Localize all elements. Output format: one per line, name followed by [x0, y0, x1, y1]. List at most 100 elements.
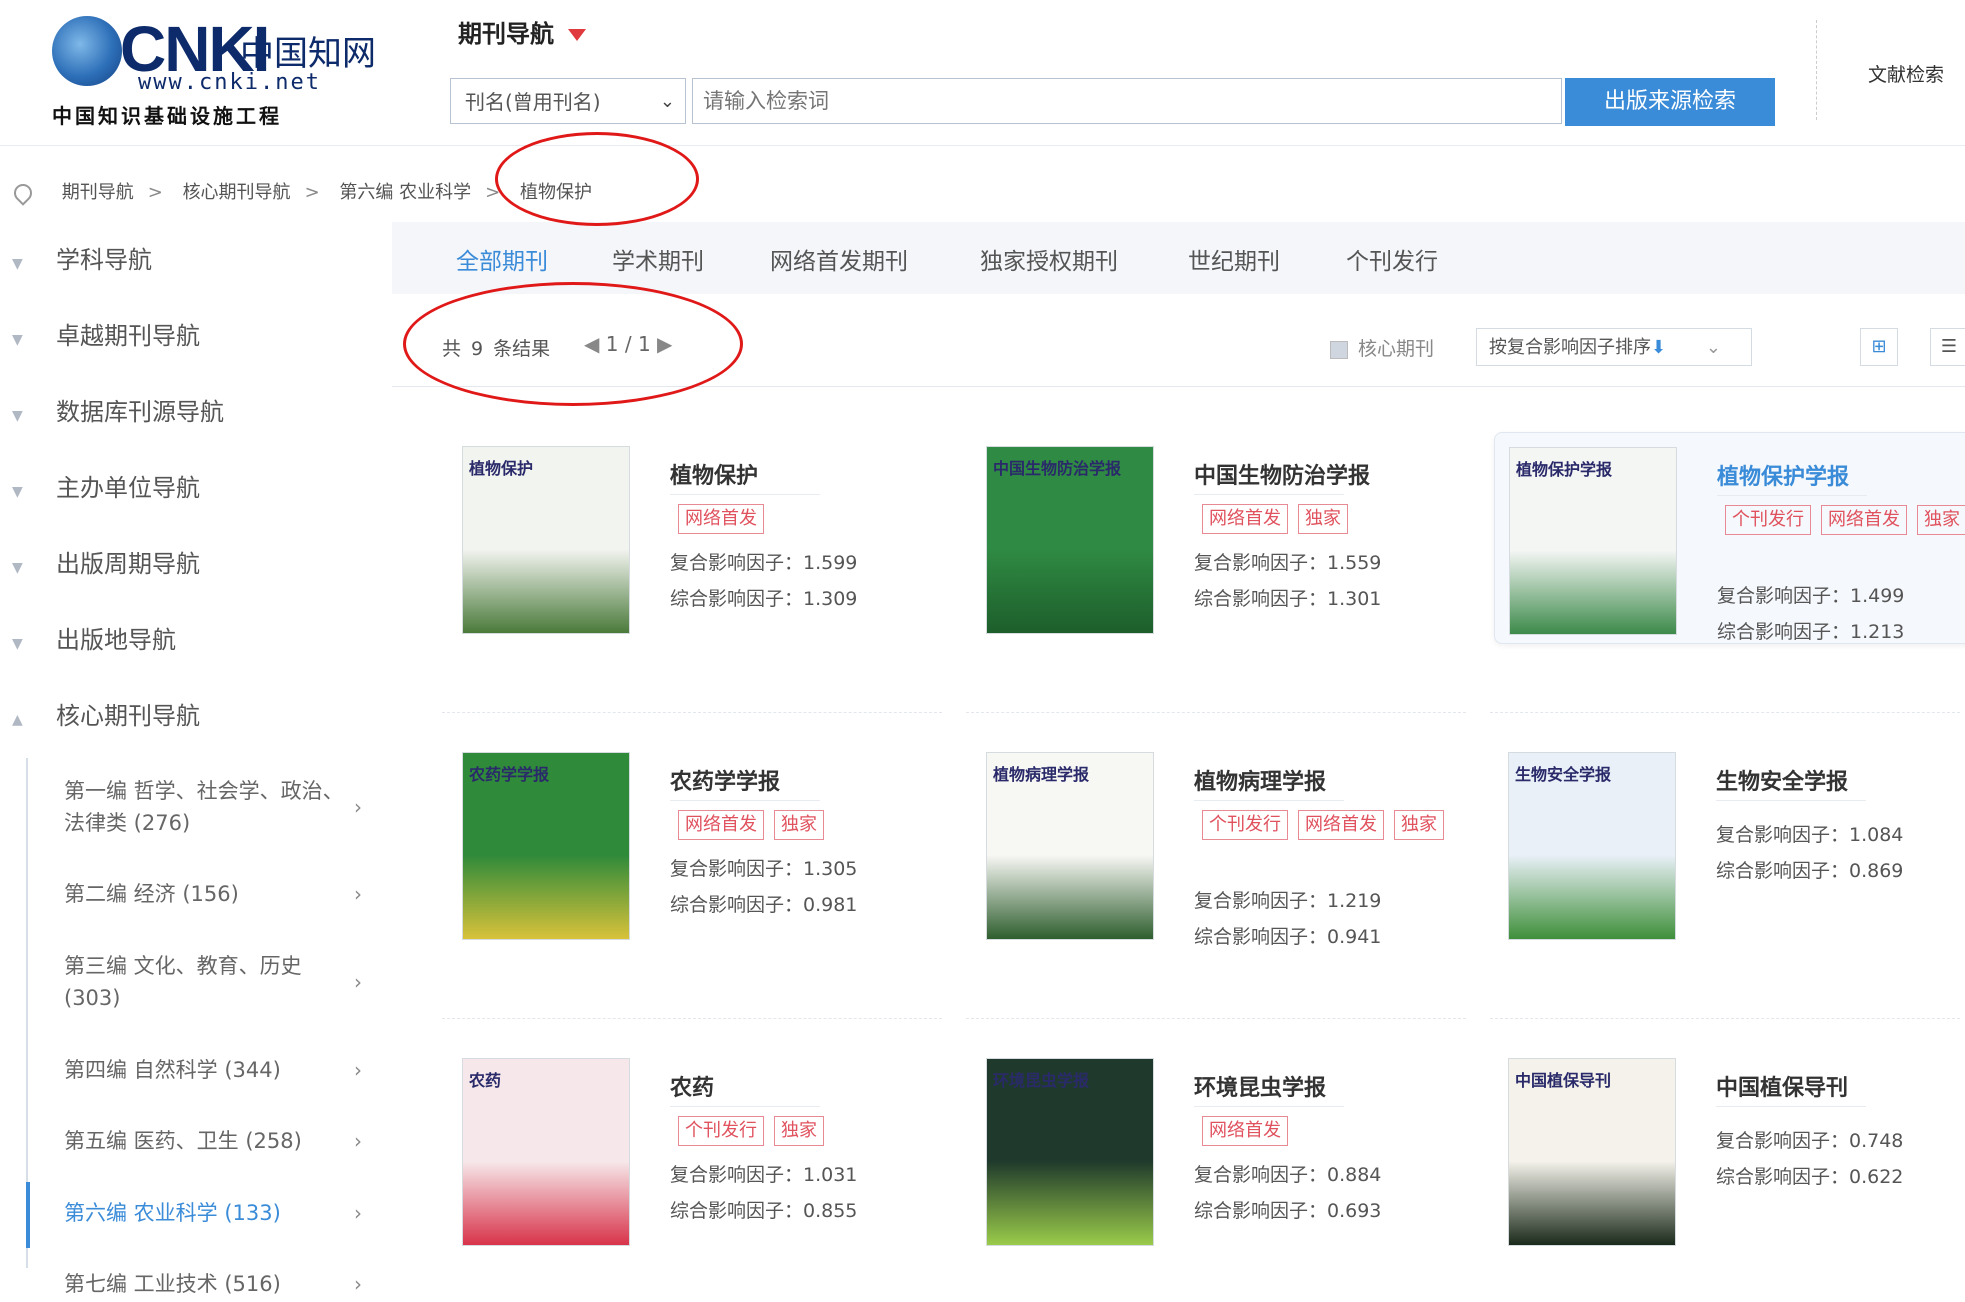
journal-card[interactable]: 农药学学报 农药学学报 网络首发 独家 复合影响因子：1.305 综合影响因子：0.981: [448, 738, 938, 948]
journal-name-link[interactable]: 生物安全学报: [1716, 764, 1848, 796]
list-icon: ☰: [1940, 336, 1958, 357]
journal-tags: 网络首发: [678, 504, 938, 544]
comprehensive-impact-factor: 综合影响因子：0.869: [1716, 860, 1904, 882]
cover-title: 中国植保导刊: [1515, 1071, 1612, 1090]
core-journal-checkbox[interactable]: 核心期刊: [1330, 334, 1434, 361]
sub-item-label: 第七编 工业技术 (516): [64, 1272, 281, 1296]
sort-select[interactable]: 按复合影响因子排序⬇ ⌄: [1476, 328, 1752, 366]
chevron-down-icon: ⌄: [1705, 337, 1721, 358]
tab-all[interactable]: 全部期刊: [456, 242, 548, 276]
journal-tag: 网络首发: [1298, 810, 1384, 840]
sidebar-item-sponsor[interactable]: ▼ 主办单位导航: [12, 468, 200, 503]
breadcrumb-item[interactable]: 第六编 农业科学: [339, 182, 471, 203]
tab-academic[interactable]: 学术期刊: [612, 242, 704, 276]
composite-impact-factor: 复合影响因子：0.884: [1194, 1164, 1382, 1186]
cover-title: 生物安全学报: [1515, 765, 1612, 784]
sidebar-item-label: 数据库刊源导航: [56, 398, 224, 426]
journal-cover-image[interactable]: 植物病理学报: [986, 752, 1154, 940]
sidebar-item-location[interactable]: ▼ 出版地导航: [12, 620, 176, 655]
journal-cover-image[interactable]: 生物安全学报: [1508, 752, 1676, 940]
header-divider: [1816, 20, 1818, 120]
journal-cover-image[interactable]: 植物保护学报: [1509, 447, 1677, 635]
tab-exclusive[interactable]: 独家授权期刊: [980, 242, 1118, 276]
journal-cover-image[interactable]: 农药: [462, 1058, 630, 1246]
cnki-logo[interactable]: CNKI 中国知网 www.cnki.net 中国知识基础设施工程: [50, 12, 380, 128]
chevron-down-icon: ▼: [12, 484, 23, 500]
tab-individual[interactable]: 个刊发行: [1346, 242, 1438, 276]
journal-cover-image[interactable]: 环境昆虫学报: [986, 1058, 1154, 1246]
journal-name-link[interactable]: 中国生物防治学报: [1194, 458, 1370, 490]
chevron-right-icon: ›: [354, 1058, 362, 1082]
journal-name-link[interactable]: 植物保护学报: [1717, 459, 1849, 491]
row-divider: [966, 1018, 1466, 1020]
composite-impact-factor: 复合影响因子：1.599: [670, 552, 858, 574]
journal-nav-dropdown[interactable]: 期刊导航: [458, 14, 586, 49]
core-journal-label: 核心期刊: [1358, 338, 1435, 360]
name-underline: [670, 494, 820, 495]
sub-item-4[interactable]: 第四编 自然科学 (344) ›: [64, 1054, 362, 1086]
breadcrumb-item[interactable]: 期刊导航: [62, 182, 134, 203]
sub-item-5[interactable]: 第五编 医药、卫生 (258) ›: [64, 1125, 362, 1157]
annotation-ring-count: [403, 282, 743, 406]
journal-card[interactable]: 植物保护 植物保护 网络首发 复合影响因子：1.599 综合影响因子：1.309: [448, 432, 938, 642]
journal-tag: 独家: [1394, 810, 1444, 840]
journal-name-link[interactable]: 农药: [670, 1070, 714, 1102]
composite-impact-factor: 复合影响因子：1.559: [1194, 552, 1382, 574]
tab-online-first[interactable]: 网络首发期刊: [770, 242, 908, 276]
journal-name-link[interactable]: 植物保护: [670, 458, 758, 490]
name-underline: [670, 1106, 820, 1107]
search-field-select[interactable]: 刊名(曾用刊名) ⌄: [450, 78, 686, 124]
journal-card[interactable]: 中国植保导刊 中国植保导刊 复合影响因子：0.748 综合影响因子：0.622: [1494, 1044, 1965, 1254]
literature-search-link[interactable]: 文献检索: [1868, 60, 1944, 87]
sidebar-item-cycle[interactable]: ▼ 出版周期导航: [12, 544, 200, 579]
name-underline: [1194, 1106, 1344, 1107]
journal-name-link[interactable]: 环境昆虫学报: [1194, 1070, 1326, 1102]
journal-tag: 网络首发: [1202, 504, 1288, 534]
sub-item-7[interactable]: 第七编 工业技术 (516) ›: [64, 1268, 362, 1300]
journal-name-link[interactable]: 农药学学报: [670, 764, 780, 796]
name-underline: [670, 800, 820, 801]
sub-item-2[interactable]: 第二编 经济 (156) ›: [64, 878, 362, 910]
chevron-down-icon: ▼: [12, 332, 23, 348]
sidebar-item-label: 出版周期导航: [56, 550, 200, 578]
row-divider: [1490, 1018, 1960, 1020]
chevron-down-icon: ▼: [12, 636, 23, 652]
journal-card[interactable]: 植物病理学报 植物病理学报 个刊发行 网络首发 独家 复合影响因子：1.219 综合影响因子…: [972, 738, 1462, 948]
journal-cover-image[interactable]: 中国植保导刊: [1508, 1058, 1676, 1246]
search-input[interactable]: [692, 78, 1562, 124]
name-underline: [1716, 1106, 1866, 1107]
breadcrumb-item[interactable]: 核心期刊导航: [183, 182, 291, 203]
breadcrumb-separator: >: [304, 182, 320, 203]
grid-view-button[interactable]: ⊞: [1860, 328, 1898, 366]
composite-impact-factor: 复合影响因子：1.499: [1717, 585, 1905, 607]
journal-card[interactable]: 环境昆虫学报 环境昆虫学报 网络首发 复合影响因子：0.884 综合影响因子：0.693: [972, 1044, 1462, 1254]
checkbox-icon: [1330, 340, 1348, 359]
source-search-button[interactable]: 出版来源检索: [1565, 78, 1775, 126]
sub-item-3[interactable]: 第三编 文化、教育、历史 (303) ›: [64, 950, 362, 1014]
journal-name-link[interactable]: 中国植保导刊: [1716, 1070, 1848, 1102]
sidebar-item-core[interactable]: ▲ 核心期刊导航: [12, 696, 200, 731]
name-underline: [1194, 800, 1344, 801]
sub-item-1[interactable]: 第一编 哲学、社会学、政治、法律类 (276) ›: [64, 775, 362, 839]
journal-card[interactable]: 生物安全学报 生物安全学报 复合影响因子：1.084 综合影响因子：0.869: [1494, 738, 1965, 948]
sidebar-item-database[interactable]: ▼ 数据库刊源导航: [12, 392, 224, 427]
journal-type-tabs: 全部期刊 学术期刊 网络首发期刊 独家授权期刊 世纪期刊 个刊发行: [392, 222, 1965, 294]
journal-card[interactable]: 农药 农药 个刊发行 独家 复合影响因子：1.031 综合影响因子：0.855: [448, 1044, 938, 1254]
journal-name-link[interactable]: 植物病理学报: [1194, 764, 1326, 796]
sidebar-item-subject[interactable]: ▼ 学科导航: [12, 240, 152, 275]
journal-cover-image[interactable]: 中国生物防治学报: [986, 446, 1154, 634]
journal-card[interactable]: 中国生物防治学报 中国生物防治学报 网络首发 独家 复合影响因子：1.559 综合影响因子…: [972, 432, 1462, 642]
sidebar-item-excellent[interactable]: ▼ 卓越期刊导航: [12, 316, 200, 351]
logo-slogan: 中国知识基础设施工程: [52, 104, 282, 128]
chevron-right-icon: ›: [354, 1272, 362, 1296]
sub-item-label: 第一编 哲学、社会学、政治、法律类 (276): [64, 779, 344, 835]
tab-century[interactable]: 世纪期刊: [1188, 242, 1280, 276]
journal-cover-image[interactable]: 植物保护: [462, 446, 630, 634]
sub-item-6[interactable]: 第六编 农业科学 (133) ›: [64, 1197, 362, 1229]
comprehensive-impact-factor: 综合影响因子：1.309: [670, 588, 858, 610]
journal-tag: 独家: [1917, 505, 1965, 535]
list-view-button[interactable]: ☰: [1930, 328, 1965, 366]
search-field-value: 刊名(曾用刊名): [465, 90, 601, 114]
journal-card[interactable]: 植物保护学报 植物保护学报 个刊发行 网络首发 独家 复合影响因子：1.499 综合影响因子…: [1494, 432, 1965, 644]
journal-cover-image[interactable]: 农药学学报: [462, 752, 630, 940]
